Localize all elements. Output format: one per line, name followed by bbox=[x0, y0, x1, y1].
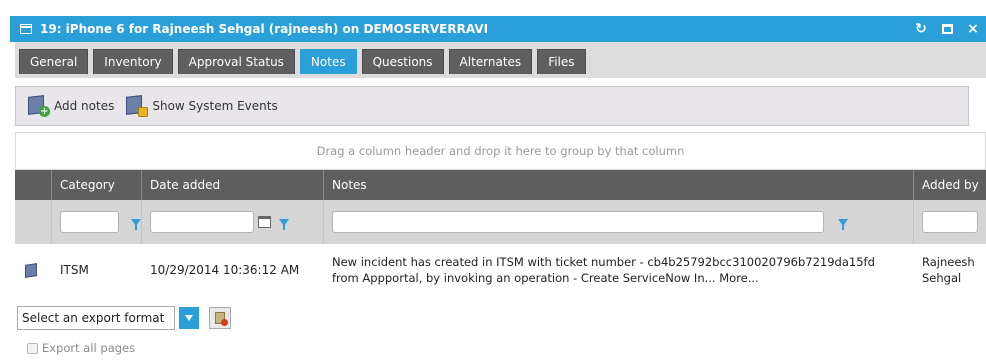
window-icon bbox=[20, 24, 32, 34]
export-button[interactable] bbox=[209, 307, 231, 329]
notes-toolbar: + Add notes Show System Events bbox=[15, 86, 969, 126]
refresh-icon[interactable]: ↻ bbox=[908, 16, 934, 42]
tab-inventory[interactable]: Inventory bbox=[93, 49, 173, 74]
export-all-checkbox[interactable] bbox=[27, 342, 38, 354]
note-icon bbox=[25, 262, 37, 278]
window-title-bar: 19: iPhone 6 for Rajneesh Sehgal (rajnee… bbox=[10, 16, 986, 42]
cell-category: ITSM bbox=[60, 263, 89, 277]
date-filter-input[interactable] bbox=[150, 211, 254, 233]
grid-filter-row bbox=[15, 200, 986, 244]
add-notes-button[interactable]: + Add notes bbox=[28, 95, 114, 117]
tab-alternates[interactable]: Alternates bbox=[448, 49, 533, 74]
notes-grid: Drag a column header and drop it here to… bbox=[15, 132, 986, 296]
show-system-events-button[interactable]: Show System Events bbox=[126, 95, 278, 117]
filter-cell-category bbox=[52, 200, 142, 244]
column-header-date-added[interactable]: Date added bbox=[142, 170, 324, 200]
filter-icon[interactable] bbox=[279, 218, 289, 230]
tab-general[interactable]: General bbox=[19, 49, 89, 74]
header-blank bbox=[15, 170, 52, 200]
group-drop-area[interactable]: Drag a column header and drop it here to… bbox=[15, 132, 986, 170]
window-title: 19: iPhone 6 for Rajneesh Sehgal (rajnee… bbox=[40, 22, 489, 36]
chevron-down-icon[interactable] bbox=[179, 307, 199, 329]
tab-notes[interactable]: Notes bbox=[299, 49, 357, 74]
filter-cell-notes bbox=[324, 200, 914, 244]
calendar-icon[interactable] bbox=[258, 216, 271, 228]
column-header-added-by[interactable]: Added by bbox=[914, 170, 986, 200]
column-header-notes[interactable]: Notes bbox=[324, 170, 914, 200]
filter-cell-date bbox=[142, 200, 324, 244]
column-header-category[interactable]: Category bbox=[52, 170, 142, 200]
show-system-events-label: Show System Events bbox=[152, 99, 278, 113]
notes-line-1: New incident has created in ITSM with ti… bbox=[332, 255, 875, 269]
export-controls: Select an export format bbox=[17, 306, 231, 330]
added-by-line-1: Rajneesh bbox=[922, 255, 975, 269]
added-by-filter-input[interactable] bbox=[922, 211, 978, 233]
export-format-select[interactable]: Select an export format bbox=[17, 306, 175, 330]
cell-added-by: Rajneesh Sehgal bbox=[914, 254, 986, 286]
notes-line-2[interactable]: from Appportal, by invoking an operation… bbox=[332, 270, 914, 286]
tab-files[interactable]: Files bbox=[537, 49, 586, 74]
export-icon bbox=[215, 312, 228, 326]
category-filter-input[interactable] bbox=[60, 211, 119, 233]
filter-blank bbox=[15, 200, 52, 244]
add-note-icon: + bbox=[28, 95, 50, 117]
system-events-icon bbox=[126, 95, 149, 117]
add-notes-label: Add notes bbox=[54, 99, 115, 113]
cell-notes: New incident has created in ITSM with ti… bbox=[324, 254, 914, 286]
tab-questions[interactable]: Questions bbox=[361, 49, 444, 74]
export-all-pages[interactable]: Export all pages bbox=[27, 341, 135, 355]
filter-cell-added-by bbox=[914, 200, 986, 244]
close-button[interactable]: × bbox=[960, 16, 986, 42]
maximize-icon bbox=[941, 24, 953, 34]
table-row[interactable]: ITSM 10/29/2014 10:36:12 AM New incident… bbox=[15, 244, 986, 296]
cell-date-added: 10/29/2014 10:36:12 AM bbox=[150, 263, 300, 277]
row-icon-cell bbox=[15, 262, 52, 278]
grid-header-row: Category Date added Notes Added by bbox=[15, 170, 986, 200]
tab-strip: General Inventory Approval Status Notes … bbox=[15, 42, 986, 78]
filter-icon[interactable] bbox=[838, 218, 848, 230]
added-by-line-2: Sehgal bbox=[922, 271, 962, 285]
tab-approval-status[interactable]: Approval Status bbox=[177, 49, 295, 74]
filter-icon[interactable] bbox=[131, 218, 141, 230]
export-all-label: Export all pages bbox=[42, 341, 136, 355]
export-format-value: Select an export format bbox=[22, 311, 165, 325]
notes-filter-input[interactable] bbox=[332, 211, 824, 233]
maximize-button[interactable] bbox=[934, 16, 960, 42]
